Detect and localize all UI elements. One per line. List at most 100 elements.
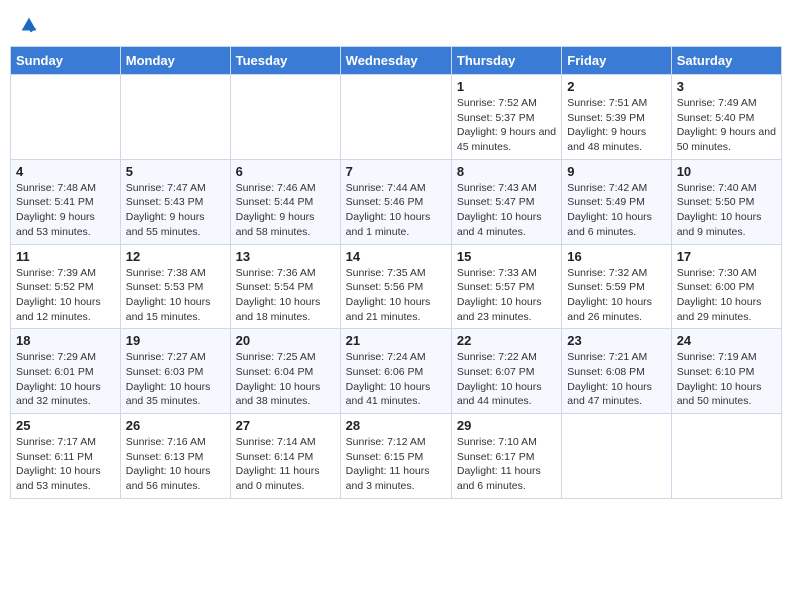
logo: [16, 14, 40, 36]
day-number: 10: [677, 164, 776, 179]
calendar-day-cell: 12 Sunrise: 7:38 AM Sunset: 5:53 PM Dayli…: [120, 244, 230, 329]
day-number: 21: [346, 333, 446, 348]
day-number: 29: [457, 418, 556, 433]
day-number: 8: [457, 164, 556, 179]
day-info: Sunrise: 7:35 AM Sunset: 5:56 PM Dayligh…: [346, 266, 446, 325]
calendar-day-cell: 2 Sunrise: 7:51 AM Sunset: 5:39 PM Daylig…: [562, 75, 671, 160]
day-number: 11: [16, 249, 115, 264]
day-info: Sunrise: 7:38 AM Sunset: 5:53 PM Dayligh…: [126, 266, 225, 325]
calendar-day-cell: 19 Sunrise: 7:27 AM Sunset: 6:03 PM Dayli…: [120, 329, 230, 414]
day-number: 19: [126, 333, 225, 348]
calendar-day-cell: 6 Sunrise: 7:46 AM Sunset: 5:44 PM Daylig…: [230, 159, 340, 244]
day-number: 6: [236, 164, 335, 179]
calendar-day-cell: 21 Sunrise: 7:24 AM Sunset: 6:06 PM Dayli…: [340, 329, 451, 414]
day-number: 3: [677, 79, 776, 94]
calendar-day-cell: 4 Sunrise: 7:48 AM Sunset: 5:41 PM Daylig…: [11, 159, 121, 244]
day-number: 27: [236, 418, 335, 433]
calendar-header-row: SundayMondayTuesdayWednesdayThursdayFrid…: [11, 47, 782, 75]
calendar-week-row: 11 Sunrise: 7:39 AM Sunset: 5:52 PM Dayli…: [11, 244, 782, 329]
calendar-day-cell: 27 Sunrise: 7:14 AM Sunset: 6:14 PM Dayli…: [230, 414, 340, 499]
calendar-day-cell: 24 Sunrise: 7:19 AM Sunset: 6:10 PM Dayli…: [671, 329, 781, 414]
day-info: Sunrise: 7:22 AM Sunset: 6:07 PM Dayligh…: [457, 350, 556, 409]
calendar-day-cell: [340, 75, 451, 160]
day-number: 5: [126, 164, 225, 179]
day-info: Sunrise: 7:12 AM Sunset: 6:15 PM Dayligh…: [346, 435, 446, 494]
calendar-week-row: 18Sunrise: 7:29 AM Sunset: 6:01 PM Dayli…: [11, 329, 782, 414]
calendar-day-cell: 20 Sunrise: 7:25 AM Sunset: 6:04 PM Dayli…: [230, 329, 340, 414]
calendar-day-cell: 14 Sunrise: 7:35 AM Sunset: 5:56 PM Dayli…: [340, 244, 451, 329]
day-number: 13: [236, 249, 335, 264]
day-info: Sunrise: 7:46 AM Sunset: 5:44 PM Dayligh…: [236, 181, 335, 240]
calendar-day-cell: 1 Sunrise: 7:52 AM Sunset: 5:37 PM Daylig…: [451, 75, 561, 160]
calendar-day-cell: 18Sunrise: 7:29 AM Sunset: 6:01 PM Dayli…: [11, 329, 121, 414]
day-info: Sunrise: 7:33 AM Sunset: 5:57 PM Dayligh…: [457, 266, 556, 325]
day-info: Sunrise: 7:21 AM Sunset: 6:08 PM Dayligh…: [567, 350, 665, 409]
calendar-day-cell: [11, 75, 121, 160]
calendar-week-row: 4 Sunrise: 7:48 AM Sunset: 5:41 PM Daylig…: [11, 159, 782, 244]
calendar-day-cell: 17 Sunrise: 7:30 AM Sunset: 6:00 PM Dayli…: [671, 244, 781, 329]
calendar-day-cell: 26Sunrise: 7:16 AM Sunset: 6:13 PM Dayli…: [120, 414, 230, 499]
calendar-day-cell: [230, 75, 340, 160]
calendar-day-cell: 7 Sunrise: 7:44 AM Sunset: 5:46 PM Daylig…: [340, 159, 451, 244]
calendar-day-cell: [562, 414, 671, 499]
calendar-day-cell: 8 Sunrise: 7:43 AM Sunset: 5:47 PM Daylig…: [451, 159, 561, 244]
day-number: 22: [457, 333, 556, 348]
day-info: Sunrise: 7:39 AM Sunset: 5:52 PM Dayligh…: [16, 266, 115, 325]
calendar-week-row: 25Sunrise: 7:17 AM Sunset: 6:11 PM Dayli…: [11, 414, 782, 499]
calendar-day-cell: 3 Sunrise: 7:49 AM Sunset: 5:40 PM Daylig…: [671, 75, 781, 160]
day-number: 23: [567, 333, 665, 348]
day-info: Sunrise: 7:29 AM Sunset: 6:01 PM Dayligh…: [16, 350, 115, 409]
day-number: 17: [677, 249, 776, 264]
day-number: 2: [567, 79, 665, 94]
day-info: Sunrise: 7:43 AM Sunset: 5:47 PM Dayligh…: [457, 181, 556, 240]
logo-icon: [18, 14, 40, 36]
day-info: Sunrise: 7:49 AM Sunset: 5:40 PM Dayligh…: [677, 96, 776, 155]
day-info: Sunrise: 7:24 AM Sunset: 6:06 PM Dayligh…: [346, 350, 446, 409]
day-number: 9: [567, 164, 665, 179]
day-info: Sunrise: 7:36 AM Sunset: 5:54 PM Dayligh…: [236, 266, 335, 325]
day-number: 1: [457, 79, 556, 94]
calendar-table: SundayMondayTuesdayWednesdayThursdayFrid…: [10, 46, 782, 499]
calendar-day-cell: 16 Sunrise: 7:32 AM Sunset: 5:59 PM Dayli…: [562, 244, 671, 329]
day-info: Sunrise: 7:17 AM Sunset: 6:11 PM Dayligh…: [16, 435, 115, 494]
day-number: 24: [677, 333, 776, 348]
day-info: Sunrise: 7:32 AM Sunset: 5:59 PM Dayligh…: [567, 266, 665, 325]
day-number: 28: [346, 418, 446, 433]
day-info: Sunrise: 7:40 AM Sunset: 5:50 PM Dayligh…: [677, 181, 776, 240]
calendar-day-cell: 25Sunrise: 7:17 AM Sunset: 6:11 PM Dayli…: [11, 414, 121, 499]
calendar-day-cell: 29 Sunrise: 7:10 AM Sunset: 6:17 PM Dayli…: [451, 414, 561, 499]
day-of-week-header: Tuesday: [230, 47, 340, 75]
page-header: [10, 10, 782, 40]
day-info: Sunrise: 7:51 AM Sunset: 5:39 PM Dayligh…: [567, 96, 665, 155]
calendar-day-cell: 22 Sunrise: 7:22 AM Sunset: 6:07 PM Dayli…: [451, 329, 561, 414]
calendar-day-cell: 9Sunrise: 7:42 AM Sunset: 5:49 PM Daylig…: [562, 159, 671, 244]
day-info: Sunrise: 7:27 AM Sunset: 6:03 PM Dayligh…: [126, 350, 225, 409]
calendar-day-cell: 28 Sunrise: 7:12 AM Sunset: 6:15 PM Dayli…: [340, 414, 451, 499]
day-info: Sunrise: 7:48 AM Sunset: 5:41 PM Dayligh…: [16, 181, 115, 240]
day-info: Sunrise: 7:25 AM Sunset: 6:04 PM Dayligh…: [236, 350, 335, 409]
day-info: Sunrise: 7:30 AM Sunset: 6:00 PM Dayligh…: [677, 266, 776, 325]
day-number: 12: [126, 249, 225, 264]
calendar-day-cell: 15 Sunrise: 7:33 AM Sunset: 5:57 PM Dayli…: [451, 244, 561, 329]
calendar-day-cell: 5 Sunrise: 7:47 AM Sunset: 5:43 PM Daylig…: [120, 159, 230, 244]
calendar-day-cell: 13 Sunrise: 7:36 AM Sunset: 5:54 PM Dayli…: [230, 244, 340, 329]
day-of-week-header: Monday: [120, 47, 230, 75]
day-info: Sunrise: 7:44 AM Sunset: 5:46 PM Dayligh…: [346, 181, 446, 240]
day-number: 20: [236, 333, 335, 348]
day-of-week-header: Wednesday: [340, 47, 451, 75]
day-number: 16: [567, 249, 665, 264]
calendar-day-cell: [120, 75, 230, 160]
day-of-week-header: Thursday: [451, 47, 561, 75]
day-number: 14: [346, 249, 446, 264]
day-number: 4: [16, 164, 115, 179]
day-info: Sunrise: 7:19 AM Sunset: 6:10 PM Dayligh…: [677, 350, 776, 409]
day-info: Sunrise: 7:10 AM Sunset: 6:17 PM Dayligh…: [457, 435, 556, 494]
day-number: 26: [126, 418, 225, 433]
day-number: 15: [457, 249, 556, 264]
day-info: Sunrise: 7:14 AM Sunset: 6:14 PM Dayligh…: [236, 435, 335, 494]
calendar-day-cell: 10 Sunrise: 7:40 AM Sunset: 5:50 PM Dayli…: [671, 159, 781, 244]
day-info: Sunrise: 7:47 AM Sunset: 5:43 PM Dayligh…: [126, 181, 225, 240]
day-info: Sunrise: 7:52 AM Sunset: 5:37 PM Dayligh…: [457, 96, 556, 155]
day-number: 7: [346, 164, 446, 179]
day-of-week-header: Sunday: [11, 47, 121, 75]
